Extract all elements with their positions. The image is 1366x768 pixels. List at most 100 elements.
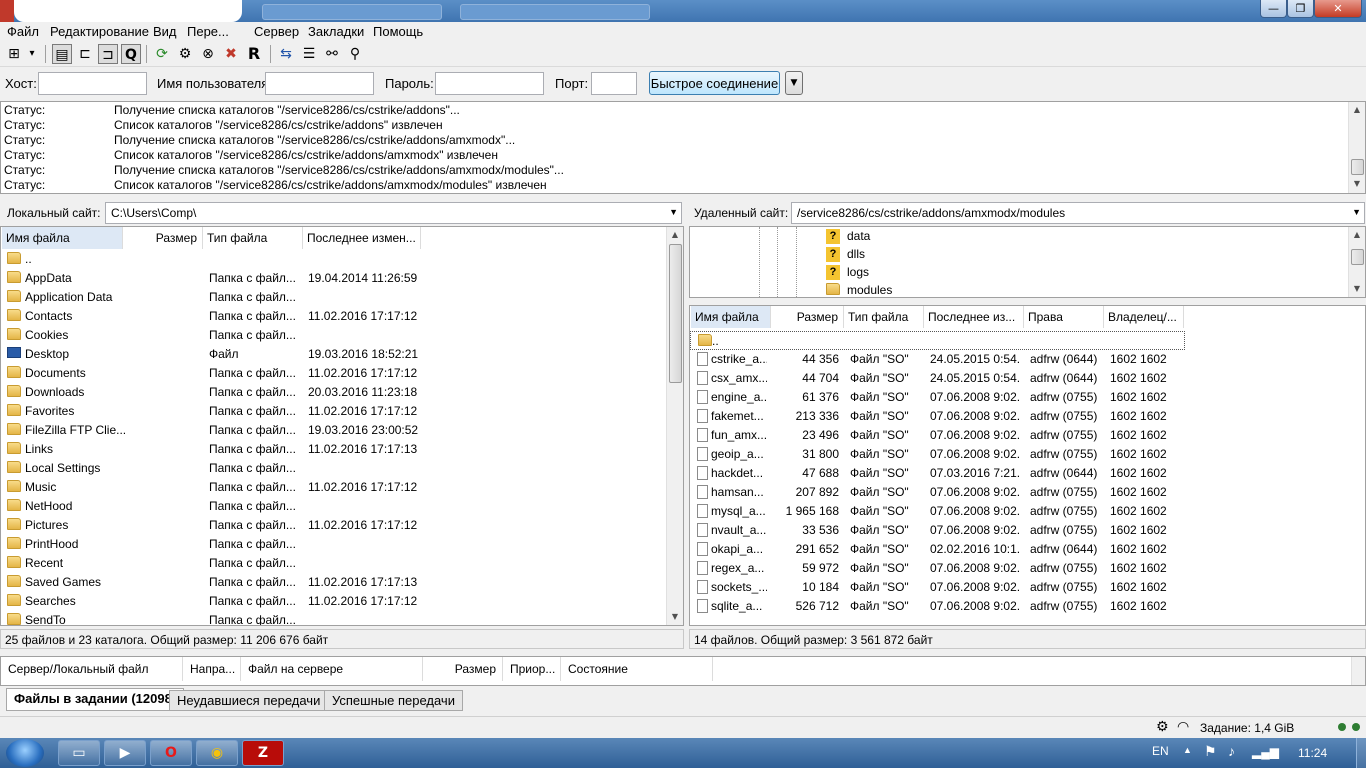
search-icon[interactable]: ⚲ [345,44,365,64]
remote-file-row[interactable]: sockets_... 10 184 Файл "SO" 07.06.2008 9:0… [690,578,1365,597]
local-col-modified[interactable]: Последнее измен... [303,227,421,249]
local-file-row[interactable]: Links Папка с файл... 11.02.2016 17:17:13 [1,440,666,459]
scroll-up-icon[interactable]: ▲ [667,227,683,243]
local-file-row[interactable]: Contacts Папка с файл... 11.02.2016 17:17:… [1,307,666,326]
local-col-size[interactable]: Размер [123,227,203,249]
site-manager-icon[interactable]: ⊞ [4,44,24,64]
remote-file-row[interactable]: nvault_a... 33 536 Файл "SO" 07.06.2008 9:0… [690,521,1365,540]
quickconnect-button[interactable]: Быстрое соединение [649,71,780,95]
password-input[interactable] [435,72,544,95]
local-file-row[interactable]: Saved Games Папка с файл... 11.02.2016 17:… [1,573,666,592]
local-col-name[interactable]: Имя файла [2,227,123,249]
action-center-icon[interactable]: ⚑ [1204,743,1217,760]
local-file-row[interactable]: Cookies Папка с файл... [1,326,666,345]
toggle-log-icon[interactable]: ▤ [52,44,72,64]
clock[interactable]: 11:24 [1298,746,1327,760]
scroll-thumb[interactable] [1351,249,1364,265]
tray-expand-icon[interactable]: ▲ [1183,745,1192,755]
close-button[interactable]: ✕ [1314,0,1362,18]
remote-file-row[interactable]: regex_a... 59 972 Файл "SO" 07.06.2008 9:02… [690,559,1365,578]
menu-edit[interactable]: Редактирование [50,24,149,39]
filezilla-icon[interactable]: Z [242,740,284,766]
menu-server[interactable]: Сервер [254,24,299,39]
tab-queued-files[interactable]: Файлы в задании (12098) [6,688,185,711]
remote-file-row[interactable]: fakemet... 213 336 Файл "SO" 07.06.2008 9:0… [690,407,1365,426]
queue-col-status[interactable]: Состояние [561,657,713,681]
remote-path-combo[interactable]: /service8286/cs/cstrike/addons/amxmodx/m… [791,202,1365,224]
remote-file-row[interactable]: mysql_a... 1 965 168 Файл "SO" 07.06.2008 9… [690,502,1365,521]
tree-node[interactable]: ? logs [690,263,1290,282]
speed-limit-icon[interactable]: ◠ [1177,719,1189,735]
remote-file-row[interactable]: engine_a... 61 376 Файл "SO" 07.06.2008 9:0… [690,388,1365,407]
menu-file[interactable]: Файл [7,24,39,39]
sync-browse-icon[interactable]: ⚯ [322,44,342,64]
remote-col-type[interactable]: Тип файла [844,306,924,328]
remote-col-permissions[interactable]: Права [1024,306,1104,328]
menu-transfer[interactable]: Пере... [187,24,229,39]
process-queue-icon[interactable]: ⚙ [175,44,195,64]
remote-file-row[interactable]: sqlite_a... 526 712 Файл "SO" 07.06.2008 9:… [690,597,1365,616]
quickconnect-history-dropdown[interactable]: ▼ [785,71,803,95]
menu-bookmarks[interactable]: Закладки [308,24,364,39]
queue-col-direction[interactable]: Напра... [183,657,241,681]
local-file-row[interactable]: NetHood Папка с файл... [1,497,666,516]
queue-scrollbar[interactable] [1351,657,1365,685]
remote-col-name[interactable]: Имя файла [691,306,771,328]
start-button[interactable] [6,739,44,767]
tree-node[interactable]: ? dlls [690,245,1290,264]
volume-icon[interactable]: ♪ [1228,743,1235,759]
media-player-icon[interactable]: ▶ [104,740,146,766]
toggle-queue-icon[interactable]: Q [121,44,141,64]
local-file-row[interactable]: .. [1,250,666,269]
queue-col-local[interactable]: Сервер/Локальный файл [1,657,183,681]
log-scrollbar[interactable]: ▲ ▼ [1348,102,1365,193]
filter-icon[interactable]: ⇆ [276,44,296,64]
tab-successful-transfers[interactable]: Успешные передачи [324,690,463,711]
host-input[interactable] [38,72,147,95]
remote-col-owner[interactable]: Владелец/... [1104,306,1184,328]
scroll-thumb[interactable] [669,244,682,383]
remote-file-row[interactable]: cstrike_a... 44 356 Файл "SO" 24.05.2015 0:… [690,350,1365,369]
username-input[interactable] [265,72,374,95]
menu-help[interactable]: Помощь [373,24,423,39]
local-file-row[interactable]: Local Settings Папка с файл... [1,459,666,478]
local-scrollbar[interactable]: ▲ ▼ [666,227,683,625]
local-file-row[interactable]: SendTo Папка с файл... [1,611,666,625]
remote-col-size[interactable]: Размер [771,306,844,328]
maximize-button[interactable]: ❐ [1287,0,1314,18]
reconnect-icon[interactable]: R [244,44,264,64]
minimize-button[interactable]: — [1260,0,1287,18]
local-file-row[interactable]: Downloads Папка с файл... 20.03.2016 11:23… [1,383,666,402]
remote-col-modified[interactable]: Последнее из... [924,306,1024,328]
toggle-local-tree-icon[interactable]: ⊏ [75,44,95,64]
local-file-row[interactable]: Searches Папка с файл... 11.02.2016 17:17:… [1,592,666,611]
language-indicator[interactable]: EN [1152,744,1169,758]
local-file-row[interactable]: Application Data Папка с файл... [1,288,666,307]
local-file-row[interactable]: Music Папка с файл... 11.02.2016 17:17:12 [1,478,666,497]
scroll-down-icon[interactable]: ▼ [1349,281,1365,297]
local-file-row[interactable]: AppData Папка с файл... 19.04.2014 11:26:5… [1,269,666,288]
queue-col-size[interactable]: Размер [423,657,503,681]
scroll-up-icon[interactable]: ▲ [1349,102,1365,118]
chrome-icon[interactable]: ◉ [196,740,238,766]
tree-scrollbar[interactable]: ▲ ▼ [1348,227,1365,297]
opera-icon[interactable]: O [150,740,192,766]
local-file-row[interactable]: Documents Папка с файл... 11.02.2016 17:17… [1,364,666,383]
local-path-combo[interactable]: C:\Users\Comp\ ▼ [105,202,682,224]
scroll-thumb[interactable] [1351,159,1364,175]
tab-failed-transfers[interactable]: Неудавшиеся передачи [169,690,329,711]
local-file-row[interactable]: FileZilla FTP Clie... Папка с файл... 19.0… [1,421,666,440]
port-input[interactable] [591,72,637,95]
queue-col-remote[interactable]: Файл на сервере [241,657,423,681]
remote-file-row[interactable]: fun_amx... 23 496 Файл "SO" 07.06.2008 9:02… [690,426,1365,445]
remote-file-row[interactable]: hamsan... 207 892 Файл "SO" 07.06.2008 9:02… [690,483,1365,502]
explorer-icon[interactable]: ▭ [58,740,100,766]
scroll-up-icon[interactable]: ▲ [1349,227,1365,243]
scroll-down-icon[interactable]: ▼ [667,609,683,625]
tree-node[interactable]: modules [690,281,1290,297]
dropdown-arrow-icon[interactable]: ▾ [26,44,38,64]
compare-icon[interactable]: ☰ [299,44,319,64]
remote-file-row[interactable]: hackdet... 47 688 Файл "SO" 07.03.2016 7:21… [690,464,1365,483]
chevron-down-icon[interactable]: ▼ [669,207,678,217]
local-file-row[interactable]: Desktop Файл 19.03.2016 18:52:21 [1,345,666,364]
